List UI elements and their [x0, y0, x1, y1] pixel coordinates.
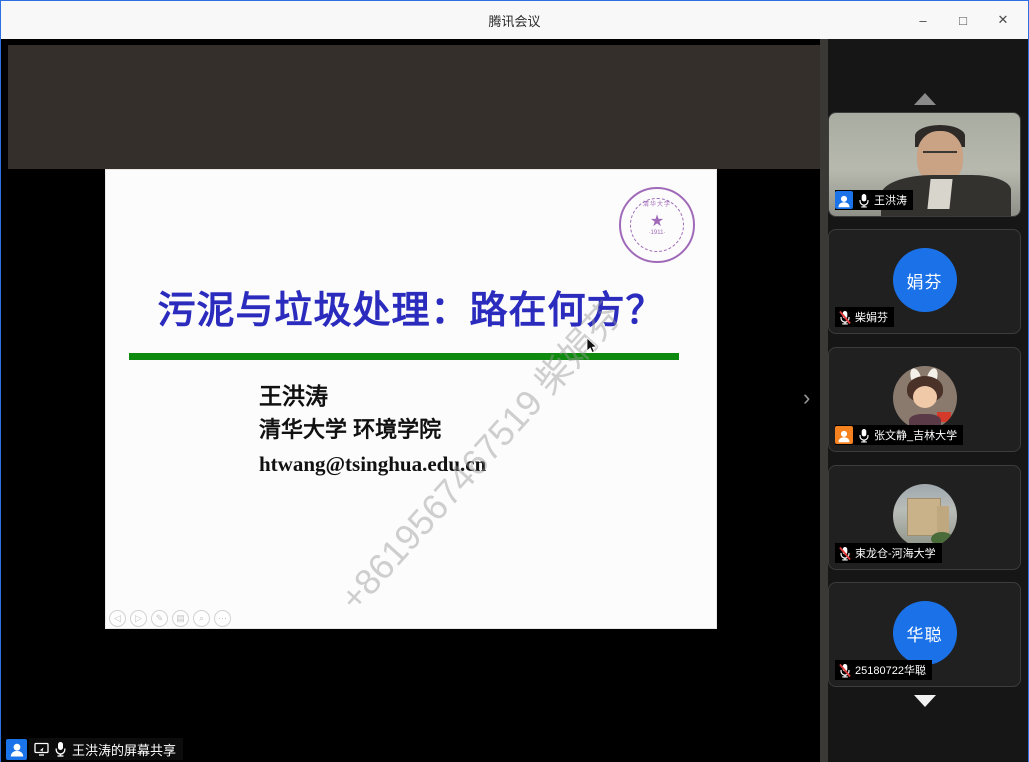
window-title: 腾讯会议 [488, 11, 540, 30]
slide-author-block: 王洪涛 清华大学 环境学院 htwang@tsinghua.edu.cn [259, 379, 486, 481]
participant-tile-chaijuanfen[interactable]: 娟芬 柴娟芬 [828, 229, 1021, 334]
person-icon [835, 192, 853, 209]
pen-tool-button[interactable]: ✎ [151, 610, 168, 627]
microphone-muted-icon [839, 546, 851, 561]
screen-share-area: 清华大学 ★ ·1911· 污泥与垃圾处理：路在何方？ 王洪涛 清华大学 环境学… [1, 39, 820, 762]
mouse-cursor-icon [586, 337, 599, 354]
person-icon [835, 427, 853, 444]
presentation-slide: 清华大学 ★ ·1911· 污泥与垃圾处理：路在何方？ 王洪涛 清华大学 环境学… [105, 169, 717, 629]
participant-name: 柴娟芬 [855, 309, 888, 325]
seal-year: ·1911· [649, 230, 666, 236]
participant-name-label: 张文静_吉林大学 [835, 425, 963, 445]
participant-tile-shilongcang[interactable]: 束龙仓-河海大学 [828, 465, 1021, 570]
tsinghua-seal-icon: 清华大学 ★ ·1911· [619, 187, 695, 263]
presenter-toolbar: ◁ ▷ ✎ ▤ ⌕ ⋯ [109, 610, 231, 627]
presenter-role-badge [6, 739, 27, 760]
avatar [893, 484, 957, 548]
previous-slide-button[interactable]: ◁ [109, 610, 126, 627]
microphone-on-icon [858, 428, 870, 443]
person-icon [7, 740, 27, 758]
close-button[interactable]: ✕ [988, 6, 1018, 34]
share-label-text: 王洪涛的屏幕共享 [72, 740, 176, 759]
slide-title: 污泥与垃圾处理：路在何方？ [105, 279, 717, 334]
participant-name-label: 王洪涛 [835, 190, 913, 210]
meeting-content: 清华大学 ★ ·1911· 污泥与垃圾处理：路在何方？ 王洪涛 清华大学 环境学… [1, 39, 1028, 762]
window-controls: – □ ✕ [908, 1, 1018, 39]
participant-name: 束龙仓-河海大学 [855, 545, 936, 561]
microphone-muted-icon [839, 310, 851, 325]
scroll-up-arrow-icon[interactable] [914, 93, 936, 105]
participant-tile-wanghongtao[interactable]: 王洪涛 [828, 112, 1021, 217]
scroll-down-arrow-icon[interactable] [914, 695, 936, 707]
zoom-tool-button[interactable]: ⌕ [193, 610, 210, 627]
slide-sorter-button[interactable]: ▤ [172, 610, 189, 627]
avatar: 华聪 [893, 601, 957, 665]
avatar: 娟芬 [893, 248, 957, 312]
participant-name-label: 束龙仓-河海大学 [835, 543, 942, 563]
share-label-pill: 王洪涛的屏幕共享 [29, 738, 183, 760]
cohost-badge [835, 426, 853, 444]
screen-share-overlay: 王洪涛的屏幕共享 [6, 738, 183, 760]
participant-name: 25180722华聪 [855, 662, 926, 678]
screen-share-icon [34, 742, 49, 756]
participant-name-label: 柴娟芬 [835, 307, 894, 327]
seal-top-text: 清华大学 [643, 199, 671, 208]
maximize-button[interactable]: □ [948, 6, 978, 34]
shared-screen-top-band [8, 45, 820, 169]
participant-name: 张文静_吉林大学 [874, 427, 957, 443]
slide-author-name: 王洪涛 [259, 379, 486, 413]
microphone-on-icon [858, 193, 870, 208]
participant-name: 王洪涛 [874, 192, 907, 208]
participant-name-label: 25180722华聪 [835, 660, 932, 680]
seal-star-icon: ★ [650, 215, 664, 229]
microphone-muted-icon [839, 663, 851, 678]
avatar [893, 366, 957, 430]
participants-sidebar: 王洪涛 娟芬 柴娟芬 [828, 39, 1028, 762]
microphone-icon [54, 741, 67, 757]
minimize-button[interactable]: – [908, 6, 938, 34]
sidebar-divider[interactable] [820, 39, 828, 762]
participant-tile-zhangwenjing[interactable]: 张文静_吉林大学 [828, 347, 1021, 452]
participant-tile-huacong[interactable]: 华聪 25180722华聪 [828, 582, 1021, 687]
host-badge [835, 191, 853, 209]
slide-author-email: htwang@tsinghua.edu.cn [259, 447, 486, 481]
title-bar[interactable]: 腾讯会议 – □ ✕ [1, 1, 1028, 39]
more-options-button[interactable]: ⋯ [214, 610, 231, 627]
slide-divider-line [129, 353, 679, 360]
sidebar-collapse-chevron-icon[interactable]: › [803, 387, 810, 409]
app-window: 腾讯会议 – □ ✕ 清华大学 ★ ·1911· 污泥与垃圾处理：路在何方 [0, 0, 1029, 762]
slide-author-affiliation: 清华大学 环境学院 [259, 413, 486, 447]
next-slide-button[interactable]: ▷ [130, 610, 147, 627]
